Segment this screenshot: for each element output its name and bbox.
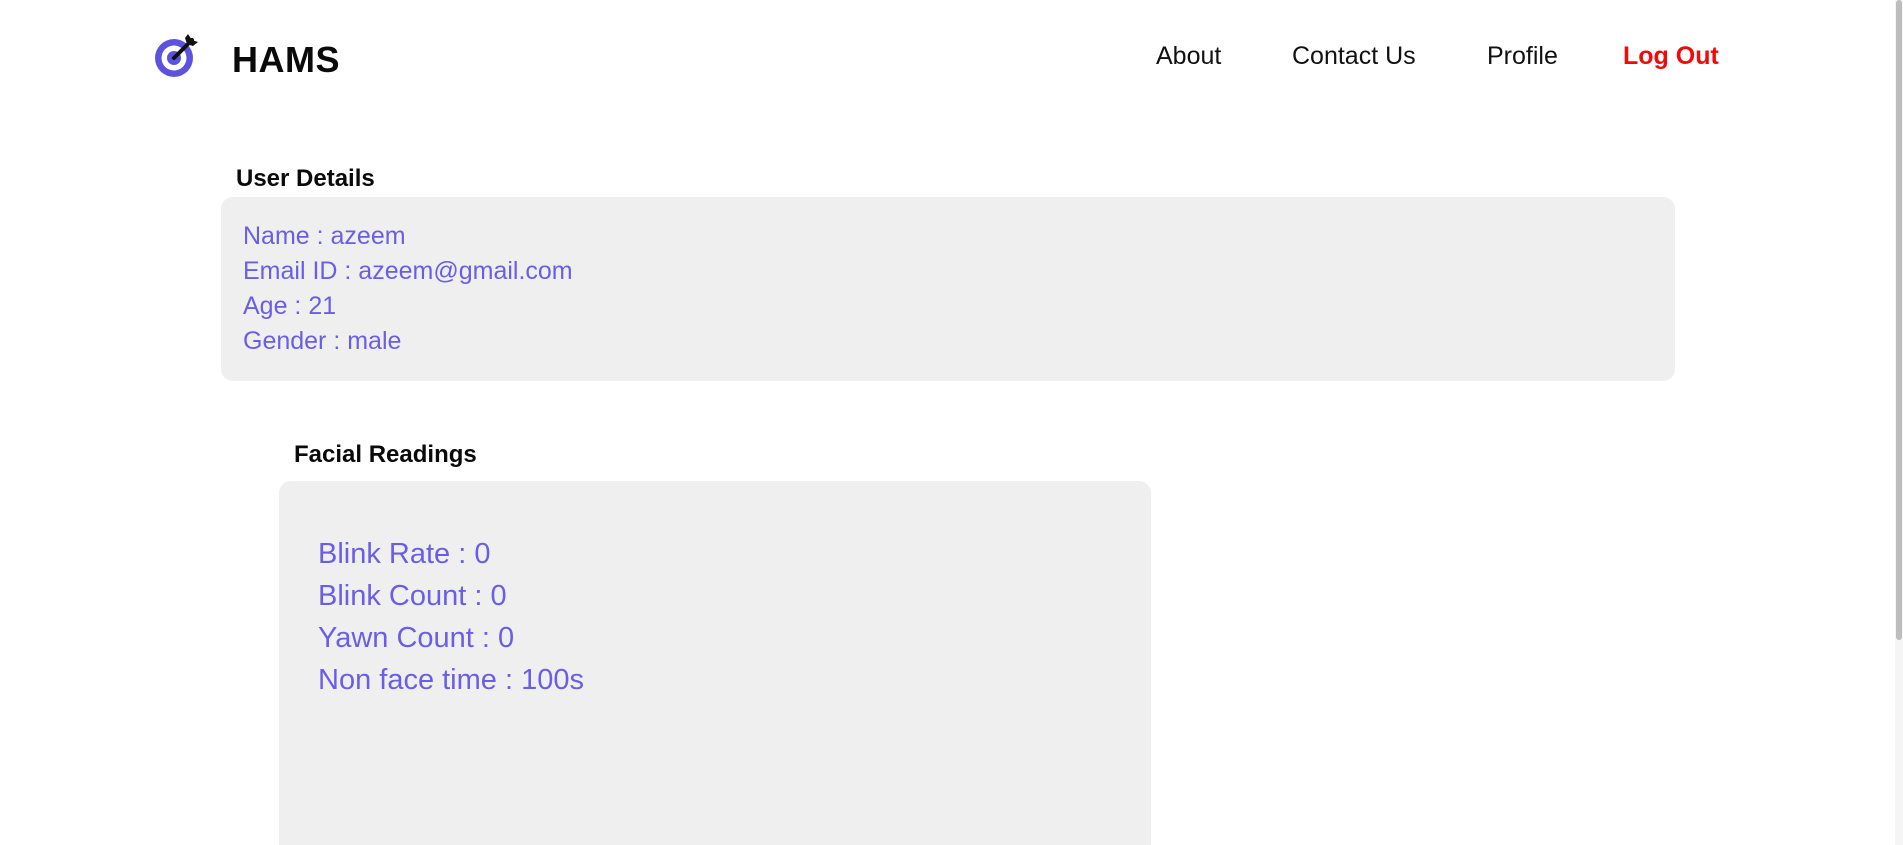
user-age-field: Age : 21	[243, 292, 337, 320]
user-name-field: Name : azeem	[243, 222, 406, 250]
nav-about-link[interactable]: About	[1156, 40, 1221, 72]
brand-name[interactable]: HAMS	[232, 38, 340, 82]
scrollbar-thumb[interactable]	[1896, 0, 1902, 640]
facial-readings-panel: Blink Rate : 0 Blink Count : 0 Yawn Coun…	[279, 481, 1151, 845]
nav-contact-link[interactable]: Contact Us	[1292, 40, 1416, 72]
profile-page: HAMS About Contact Us Profile Log Out Us…	[0, 0, 1903, 845]
logout-button[interactable]: Log Out	[1623, 40, 1719, 72]
target-dart-icon[interactable]	[152, 30, 202, 80]
user-details-heading: User Details	[236, 165, 375, 192]
facial-readings-heading: Facial Readings	[294, 441, 477, 468]
non-face-time-reading: Non face time : 100s	[318, 664, 584, 696]
blink-rate-reading: Blink Rate : 0	[318, 538, 491, 570]
blink-count-reading: Blink Count : 0	[318, 580, 507, 612]
yawn-count-reading: Yawn Count : 0	[318, 622, 515, 654]
top-navbar: HAMS About Contact Us Profile Log Out	[0, 0, 1903, 112]
user-email-field: Email ID : azeem@gmail.com	[243, 257, 573, 285]
page-scrollbar[interactable]	[1895, 0, 1903, 845]
user-details-panel: Name : azeem Email ID : azeem@gmail.com …	[221, 197, 1675, 381]
user-gender-field: Gender : male	[243, 327, 402, 355]
nav-profile-link[interactable]: Profile	[1487, 40, 1558, 72]
